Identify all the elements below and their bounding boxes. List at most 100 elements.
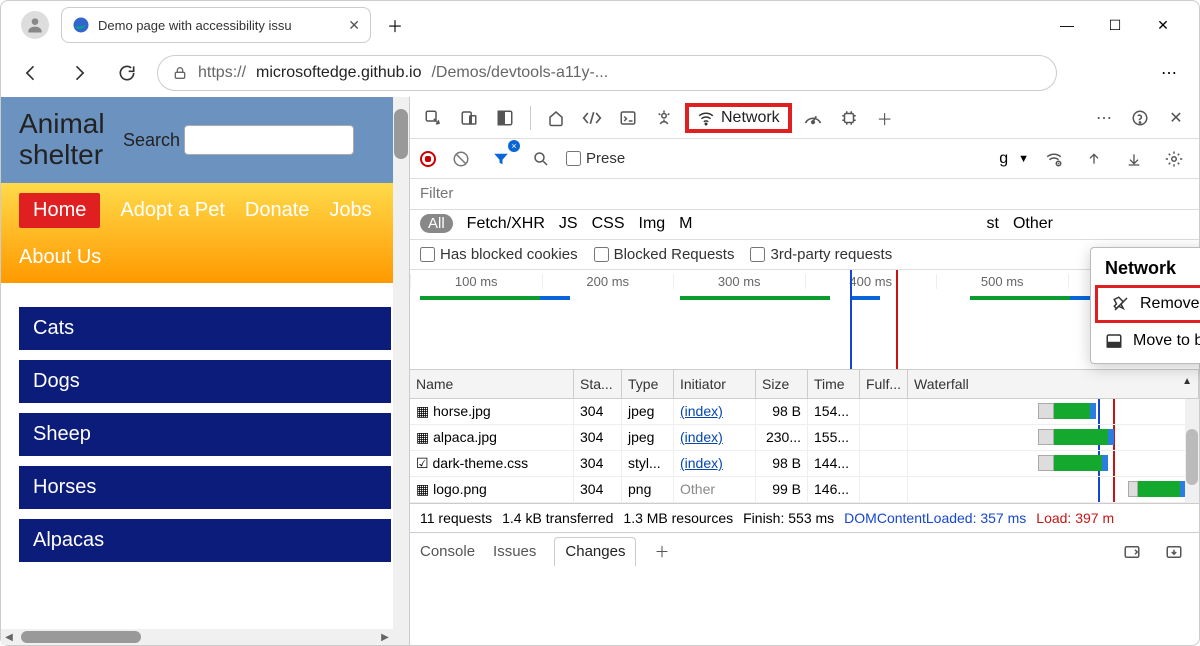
memory-icon[interactable] xyxy=(834,103,864,133)
type-js[interactable]: JS xyxy=(559,215,578,233)
more-tabs-button[interactable]: ＋ xyxy=(870,103,900,133)
col-time[interactable]: Time xyxy=(808,370,860,398)
drawer-expand-icon[interactable] xyxy=(1117,537,1147,567)
nav-adopt[interactable]: Adopt a Pet xyxy=(120,199,225,222)
console-icon[interactable] xyxy=(613,103,643,133)
close-devtools-button[interactable]: ✕ xyxy=(1161,103,1191,133)
table-row[interactable]: ▦ logo.png304pngOther99 B146... xyxy=(410,477,1199,503)
address-bar[interactable]: https://microsoftedge.github.io/Demos/de… xyxy=(157,55,1057,91)
new-tab-button[interactable]: ＋ xyxy=(379,9,411,41)
minimize-button[interactable]: — xyxy=(1055,13,1079,37)
drawer-changes[interactable]: Changes xyxy=(554,537,636,567)
type-other[interactable]: Other xyxy=(1013,215,1053,233)
drawer-add-button[interactable]: ＋ xyxy=(654,541,669,562)
drawer-tabs: Console Issues Changes ＋ xyxy=(410,532,1199,570)
browser-tab[interactable]: Demo page with accessibility issu ✕ xyxy=(61,7,371,43)
filter-bar xyxy=(410,179,1199,210)
forward-button[interactable] xyxy=(61,55,97,91)
tick: 500 ms xyxy=(936,274,1068,289)
timeline-overview[interactable]: 100 ms 200 ms 300 ms 400 ms 500 ms 600 m… xyxy=(410,270,1199,370)
drawer-dock-icon[interactable] xyxy=(1159,537,1189,567)
help-icon[interactable] xyxy=(1125,103,1155,133)
type-css[interactable]: CSS xyxy=(592,215,625,233)
filter-toggle-button[interactable] xyxy=(486,144,516,174)
nav-about[interactable]: About Us xyxy=(19,246,101,269)
context-title: Network xyxy=(1091,254,1200,283)
titlebar: Demo page with accessibility issu ✕ ＋ — … xyxy=(1,1,1199,49)
profile-avatar[interactable] xyxy=(21,11,49,39)
cat-cats[interactable]: Cats xyxy=(19,307,391,350)
elements-icon[interactable] xyxy=(577,103,607,133)
welcome-icon[interactable] xyxy=(541,103,571,133)
col-waterfall[interactable]: Waterfall▲ xyxy=(908,370,1199,398)
context-remove[interactable]: Remove from Activity Bar xyxy=(1095,285,1200,323)
blocked-requests-checkbox[interactable]: Blocked Requests xyxy=(594,246,735,263)
drawer-console[interactable]: Console xyxy=(420,543,475,560)
grid-header: Name Sta... Type Initiator Size Time Ful… xyxy=(410,370,1199,399)
sources-icon[interactable] xyxy=(649,103,679,133)
type-all[interactable]: All xyxy=(420,214,453,233)
page-hscroll[interactable]: ◀▶ xyxy=(1,629,393,645)
preserve-log-checkbox[interactable]: Prese xyxy=(566,150,625,167)
site-nav: Home Adopt a Pet Donate Jobs About Us xyxy=(1,183,409,283)
nav-home[interactable]: Home xyxy=(19,193,100,228)
tick: 300 ms xyxy=(673,274,805,289)
third-party-checkbox[interactable]: 3rd-party requests xyxy=(750,246,892,263)
cat-sheep[interactable]: Sheep xyxy=(19,413,391,456)
network-label: Network xyxy=(721,109,780,127)
status-requests: 11 requests xyxy=(420,510,492,526)
type-manifest[interactable]: st xyxy=(987,215,999,233)
col-name[interactable]: Name xyxy=(410,370,574,398)
filter-input[interactable] xyxy=(420,185,660,202)
table-row[interactable]: ☑ dark-theme.css304styl...(index)98 B144… xyxy=(410,451,1199,477)
blocked-cookies-checkbox[interactable]: Has blocked cookies xyxy=(420,246,578,263)
col-type[interactable]: Type xyxy=(622,370,674,398)
search-input[interactable] xyxy=(184,125,354,155)
search-button[interactable] xyxy=(526,144,556,174)
cat-alpacas[interactable]: Alpacas xyxy=(19,519,391,562)
network-status-bar: 11 requests 1.4 kB transferred 1.3 MB re… xyxy=(410,503,1199,532)
close-window-button[interactable]: ✕ xyxy=(1151,13,1175,37)
cat-horses[interactable]: Horses xyxy=(19,466,391,509)
refresh-button[interactable] xyxy=(109,55,145,91)
browser-menu-button[interactable]: ⋯ xyxy=(1151,55,1187,91)
col-status[interactable]: Sta... xyxy=(574,370,622,398)
devtools-menu-button[interactable]: ⋯ xyxy=(1089,103,1119,133)
close-tab-icon[interactable]: ✕ xyxy=(348,17,360,34)
col-initiator[interactable]: Initiator xyxy=(674,370,756,398)
nav-donate[interactable]: Donate xyxy=(245,199,310,222)
export-icon[interactable] xyxy=(1079,144,1109,174)
performance-icon[interactable] xyxy=(798,103,828,133)
lock-icon xyxy=(172,65,188,81)
record-button[interactable] xyxy=(420,151,436,167)
network-conditions-icon[interactable] xyxy=(1039,144,1069,174)
dock-icon[interactable] xyxy=(490,103,520,133)
table-row[interactable]: ▦ horse.jpg304jpeg(index)98 B154... xyxy=(410,399,1199,425)
col-fulfilled[interactable]: Fulf... xyxy=(860,370,908,398)
type-media[interactable]: M xyxy=(679,215,692,233)
status-finish: Finish: 553 ms xyxy=(743,510,834,526)
grid-vscroll[interactable] xyxy=(1185,399,1199,503)
context-move[interactable]: Move to bottom Quick View xyxy=(1091,325,1200,357)
network-toolbar: Prese g ▼ xyxy=(410,139,1199,179)
cat-dogs[interactable]: Dogs xyxy=(19,360,391,403)
activity-bar: Network ＋ ⋯ ✕ xyxy=(410,97,1199,139)
page-vscroll[interactable] xyxy=(393,97,409,645)
back-button[interactable] xyxy=(13,55,49,91)
col-size[interactable]: Size xyxy=(756,370,808,398)
clear-button[interactable] xyxy=(446,144,476,174)
type-img[interactable]: Img xyxy=(639,215,666,233)
table-row[interactable]: ▦ alpaca.jpg304jpeg(index)230...155... xyxy=(410,425,1199,451)
device-icon[interactable] xyxy=(454,103,484,133)
maximize-button[interactable]: ☐ xyxy=(1103,13,1127,37)
import-icon[interactable] xyxy=(1119,144,1149,174)
toolbar-caret-icon[interactable]: ▼ xyxy=(1018,153,1029,165)
nav-jobs[interactable]: Jobs xyxy=(329,199,371,222)
settings-icon[interactable] xyxy=(1159,144,1189,174)
tick: 100 ms xyxy=(410,274,542,289)
context-menu: Network Remove from Activity Bar Move to… xyxy=(1090,247,1200,364)
inspect-icon[interactable] xyxy=(418,103,448,133)
tab-network[interactable]: Network xyxy=(685,103,792,133)
type-fetch[interactable]: Fetch/XHR xyxy=(467,215,545,233)
drawer-issues[interactable]: Issues xyxy=(493,543,536,560)
